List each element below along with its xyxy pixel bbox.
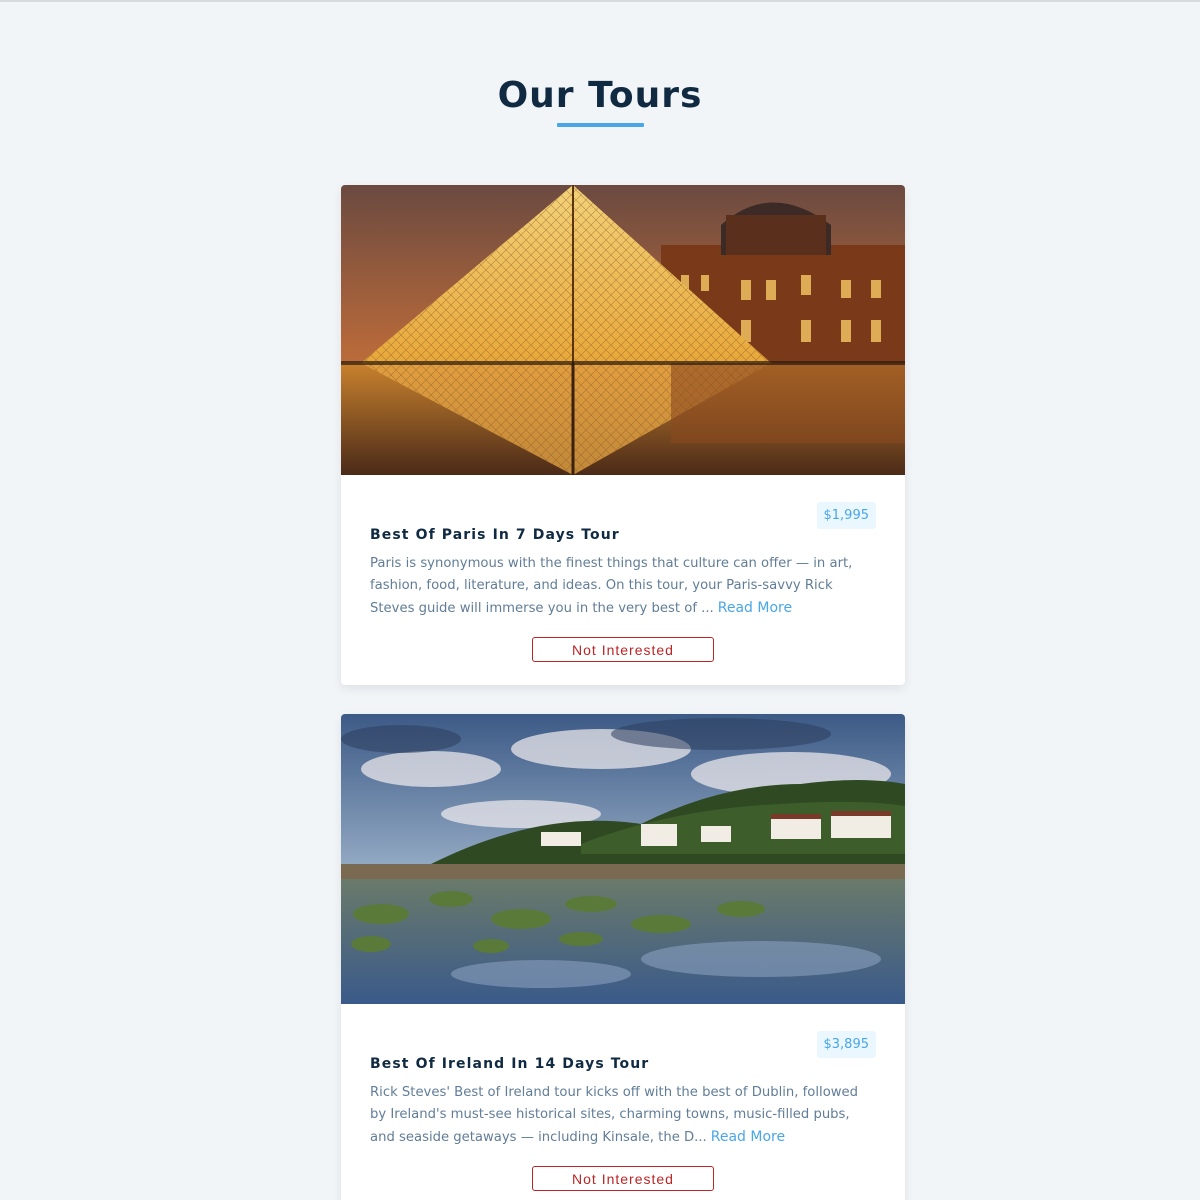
not-interested-button[interactable]: Not Interested <box>532 1166 714 1191</box>
top-divider <box>0 0 1200 2</box>
tours-page: Our Tours Best Of Paris In 7 Days Tour $… <box>0 0 1200 1200</box>
tour-image <box>341 714 905 1004</box>
tour-price: $3,895 <box>816 1031 876 1058</box>
not-interested-button[interactable]: Not Interested <box>532 637 714 662</box>
tour-image <box>341 185 905 475</box>
page-title: Our Tours <box>497 75 703 116</box>
read-more-link[interactable]: Read More <box>718 600 792 616</box>
title-section: Our Tours <box>0 70 1200 127</box>
tour-price: $1,995 <box>816 502 876 529</box>
tour-header: Best Of Paris In 7 Days Tour $1,995 <box>370 502 876 543</box>
tour-card: Best Of Paris In 7 Days Tour $1,995 Pari… <box>341 185 905 685</box>
tour-header: Best Of Ireland In 14 Days Tour $3,895 <box>370 1031 876 1072</box>
title-underline <box>556 123 644 127</box>
read-more-link[interactable]: Read More <box>711 1129 785 1145</box>
tour-card: Best Of Ireland In 14 Days Tour $3,895 R… <box>341 714 905 1200</box>
tour-name: Best Of Ireland In 14 Days Tour <box>370 1055 650 1072</box>
tour-info: Rick Steves' Best of Ireland tour kicks … <box>370 1082 876 1149</box>
tour-info: Paris is synonymous with the finest thin… <box>370 553 876 620</box>
tour-name: Best Of Paris In 7 Days Tour <box>370 526 620 543</box>
